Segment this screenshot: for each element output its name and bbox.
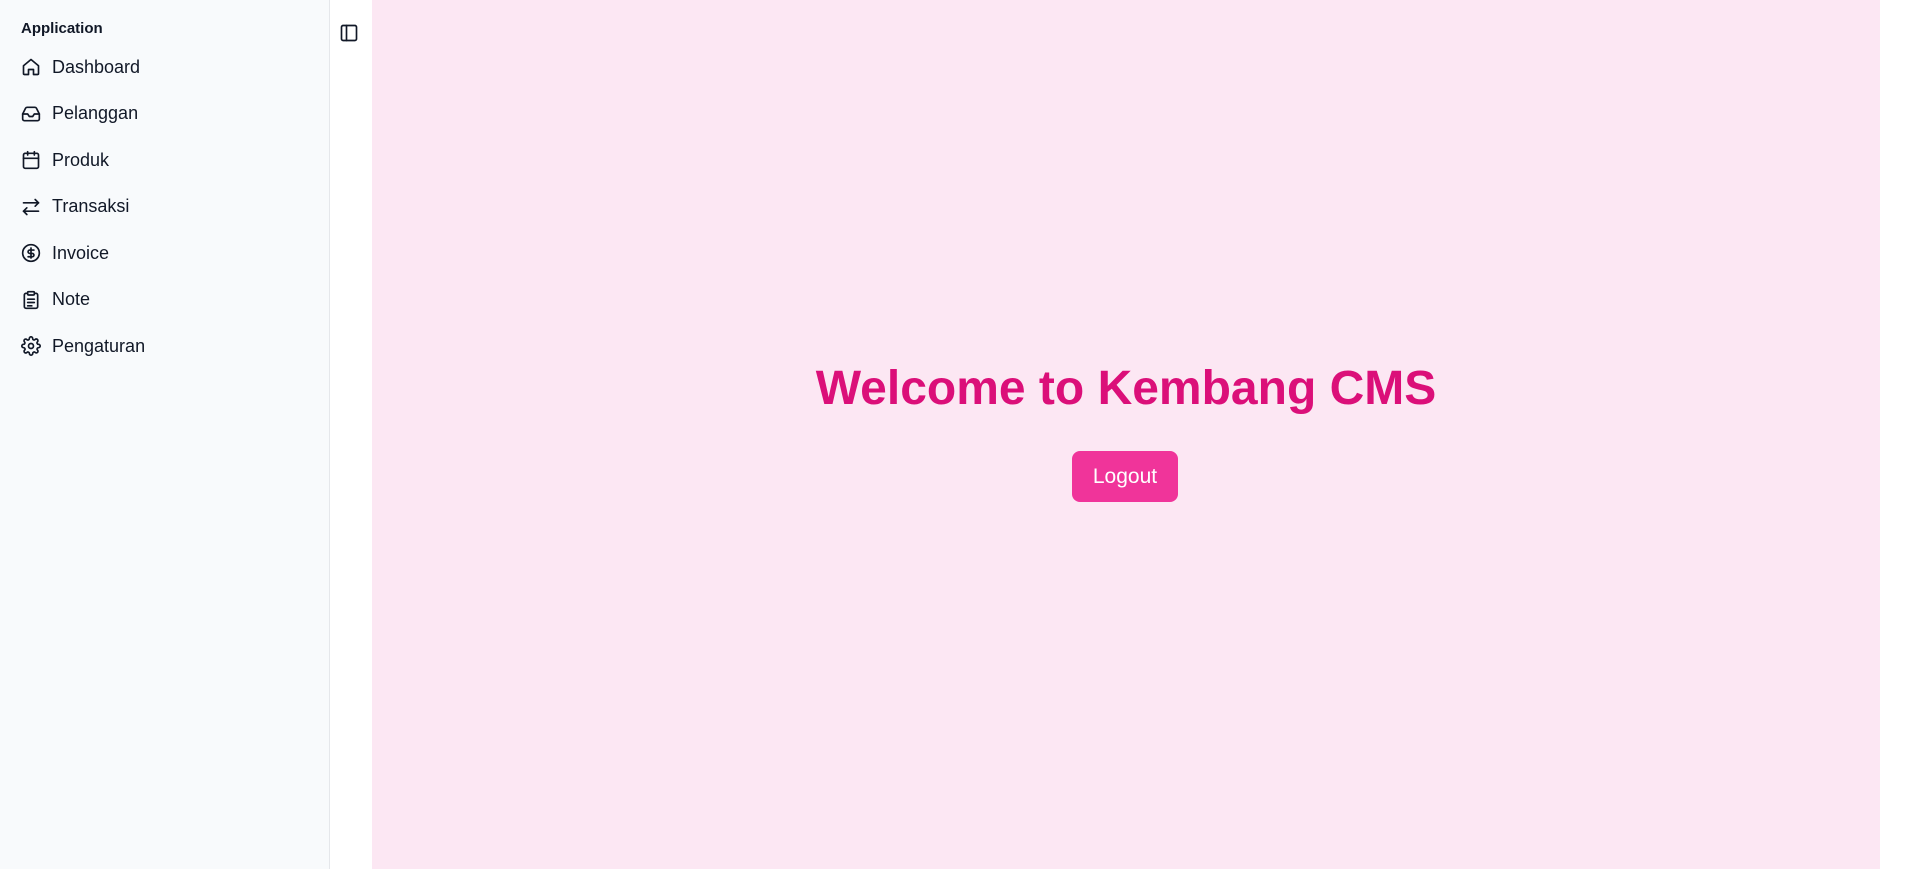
sidebar-item-invoice[interactable]: Invoice: [12, 233, 318, 273]
sidebar-item-pengaturan[interactable]: Pengaturan: [12, 326, 318, 366]
arrows-swap-icon: [21, 197, 41, 217]
calendar-icon: [21, 150, 41, 170]
sidebar-toggle-button[interactable]: [338, 24, 360, 46]
sidebar-item-produk[interactable]: Produk: [12, 140, 318, 180]
sidebar: Application Dashboard Pelanggan Produk T…: [0, 0, 330, 869]
sidebar-item-label: Pengaturan: [52, 335, 146, 356]
sidebar-item-label: Produk: [52, 149, 110, 170]
page-title: Welcome to Kembang CMS: [815, 362, 1437, 415]
logout-button[interactable]: Logout: [1072, 451, 1178, 502]
clipboard-icon: [21, 290, 41, 310]
sidebar-item-transaksi[interactable]: Transaksi: [12, 187, 318, 227]
sidebar-item-label: Pelanggan: [52, 103, 139, 123]
sidebar-item-label: Dashboard: [52, 56, 141, 77]
sidebar-item-note[interactable]: Note: [12, 280, 318, 320]
home-icon: [21, 57, 41, 77]
sidebar-item-label: Note: [52, 289, 91, 309]
sidebar-toggle-icon: [339, 23, 359, 48]
sidebar-item-dashboard[interactable]: Dashboard: [12, 47, 318, 87]
sidebar-nav: Dashboard Pelanggan Produk Transaksi Inv…: [12, 47, 318, 373]
dollar-circle-icon: [21, 243, 41, 263]
sidebar-item-label: Invoice: [52, 242, 110, 263]
main-content: Welcome to Kembang CMS Logout: [372, 0, 1880, 869]
inbox-icon: [21, 104, 41, 124]
sidebar-group-label: Application: [21, 20, 103, 37]
sidebar-item-pelanggan[interactable]: Pelanggan: [12, 94, 318, 134]
gear-icon: [21, 336, 41, 356]
sidebar-item-label: Transaksi: [52, 196, 130, 216]
